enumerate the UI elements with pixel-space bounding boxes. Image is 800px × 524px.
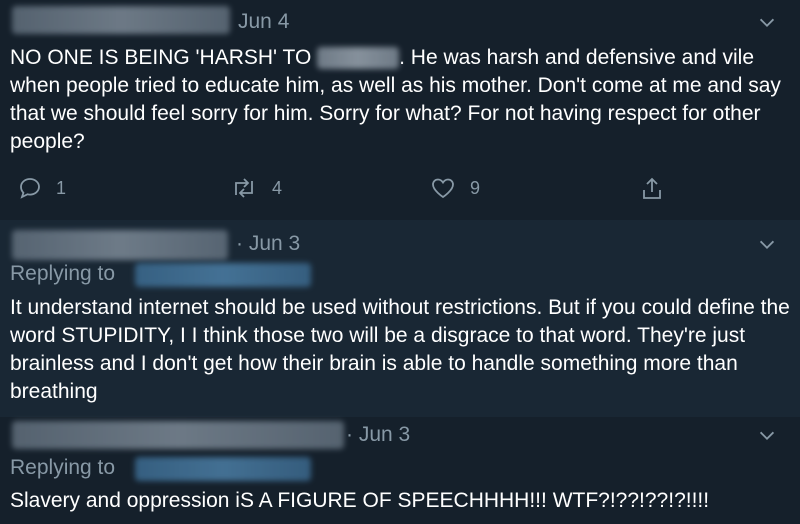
- tweet-text: It understand internet should be used wi…: [10, 296, 790, 403]
- redacted-author-name: [12, 421, 344, 449]
- tweet[interactable]: · Jun 3 Replying to Slavery and oppressi…: [0, 417, 800, 524]
- tweet-date[interactable]: · Jun 3: [236, 232, 300, 256]
- tweet[interactable]: Jun 4 NO ONE IS BEING 'HARSH' TO . He wa…: [0, 0, 800, 220]
- replying-to-label: Replying to: [10, 456, 116, 479]
- tweet[interactable]: · Jun 3 Replying to It understand intern…: [0, 220, 800, 417]
- redacted-author-name: [12, 230, 228, 260]
- replying-to: Replying to: [10, 456, 115, 480]
- redacted-reply-handle[interactable]: [135, 263, 311, 287]
- replying-to: Replying to: [10, 262, 115, 286]
- share-icon: [643, 177, 661, 199]
- like-button[interactable]: 9: [430, 176, 480, 200]
- chevron-down-icon[interactable]: [756, 425, 778, 447]
- share-button[interactable]: [640, 176, 664, 202]
- reply-icon: [20, 178, 40, 199]
- retweet-count: 4: [272, 177, 283, 198]
- redacted-reply-handle[interactable]: [135, 457, 311, 481]
- like-icon: [432, 178, 454, 199]
- tweet-text-part: NO ONE IS BEING 'HARSH' TO: [10, 46, 318, 69]
- reply-count: 1: [56, 177, 67, 198]
- retweet-icon: [235, 178, 253, 198]
- tweet-date[interactable]: · Jun 3: [346, 423, 410, 447]
- retweet-button[interactable]: 4: [230, 176, 282, 200]
- tweet-date[interactable]: Jun 4: [238, 10, 289, 34]
- reply-button[interactable]: 1: [18, 176, 66, 200]
- like-count: 9: [470, 177, 481, 198]
- tweet-text: Slavery and oppression iS A FIGURE OF SP…: [10, 489, 710, 512]
- tweet-actions: 1 4 9: [0, 170, 800, 210]
- tweet-text: NO ONE IS BEING 'HARSH' TO . He was hars…: [10, 44, 790, 156]
- chevron-down-icon[interactable]: [756, 12, 778, 34]
- redacted-mention: [317, 47, 400, 70]
- chevron-down-icon[interactable]: [756, 234, 778, 256]
- redacted-author-name: [12, 6, 230, 34]
- replying-to-label: Replying to: [10, 262, 116, 285]
